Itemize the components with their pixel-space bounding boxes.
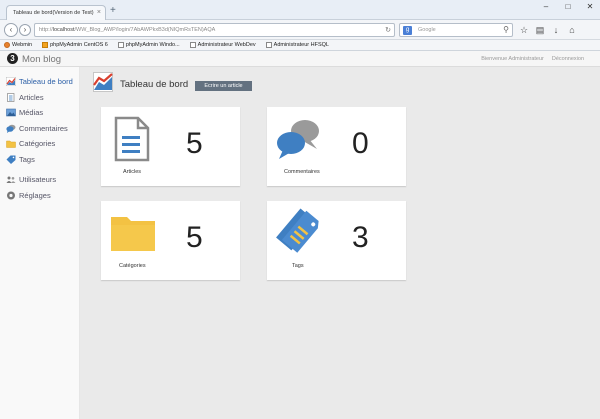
users-icon (6, 176, 16, 184)
close-window-icon[interactable]: ✕ (584, 2, 596, 11)
stat-card-tags[interactable]: 3 Tags (267, 201, 406, 280)
sidebar-item-tags[interactable]: Tags (0, 152, 79, 168)
dashboard-icon (6, 77, 16, 87)
comments-icon (277, 120, 319, 159)
sidebar-item-utilisateurs[interactable]: Utilisateurs (0, 172, 79, 188)
tags-count: 3 (352, 221, 369, 254)
sidebar-item-medias[interactable]: Médias (0, 105, 79, 121)
site-logo[interactable]: 3 (7, 53, 18, 64)
bookmark-webdev[interactable]: Administrateur WebDev (189, 42, 256, 48)
article-icon (114, 116, 150, 162)
bookmark-hfsql[interactable]: Administrateur HFSQL (265, 42, 329, 48)
stat-card-commentaires[interactable]: 0 Commentaires (267, 107, 406, 186)
document-icon (7, 92, 15, 102)
articles-count: 5 (186, 127, 203, 160)
card-label: Articles (123, 169, 142, 175)
bookmark-phpmyadmin-windows[interactable]: phpMyAdmin Windo... (117, 42, 180, 48)
tag-icon (6, 155, 16, 164)
page-icon (117, 42, 124, 48)
categories-count: 5 (186, 221, 203, 254)
search-icon[interactable]: ⚲ (503, 25, 509, 34)
search-input[interactable]: g Google ⚲ (399, 23, 513, 37)
browser-navbar: ‹ › http://localhost/WW_Blog_AWP/login/7… (0, 20, 600, 40)
bookmark-label: phpMyAdmin Windo... (125, 42, 180, 48)
search-placeholder: Google (418, 27, 436, 33)
tab-close-icon[interactable]: × (97, 9, 101, 16)
bookmark-label: Administrateur WebDev (197, 42, 256, 48)
comment-icon (6, 124, 16, 133)
back-icon[interactable]: ‹ (4, 23, 18, 37)
bookmark-phpmyadmin-centos[interactable]: phpMyAdmin CentOS 6 (42, 42, 108, 48)
bookmark-webmin[interactable]: Webmin (4, 42, 32, 48)
page-icon (265, 42, 272, 48)
stat-card-articles[interactable]: 5 Articles (101, 107, 240, 186)
sidebar-item-label: Tags (19, 154, 35, 164)
browser-titlebar: Tableau de bord(Version de Test) × + – □… (0, 0, 600, 20)
clipboard-icon[interactable]: ▤ (534, 24, 546, 36)
sidebar-item-categories[interactable]: Catégories (0, 136, 79, 152)
phpmyadmin-icon (42, 42, 49, 48)
sidebar-item-dashboard[interactable]: Tableau de bord (0, 74, 79, 90)
card-label: Tags (292, 263, 304, 269)
url-path: /WW_Blog_AWP/login/7AbAWPkxB3d(NIQmRsTEN… (74, 27, 216, 33)
card-label: Catégories (119, 263, 146, 269)
minimize-icon[interactable]: – (540, 2, 552, 11)
stat-card-categories[interactable]: 5 Catégories (101, 201, 240, 280)
site-title[interactable]: Mon blog (22, 54, 61, 65)
user-links: Bienvenue Administrateur Déconnexion (481, 56, 584, 62)
page-icon (189, 42, 196, 48)
sidebar-item-label: Tableau de bord (19, 77, 73, 87)
forward-icon[interactable]: › (19, 24, 31, 36)
reload-icon[interactable]: ↻ (385, 26, 391, 34)
page-title: Tableau de bord (120, 79, 189, 90)
commentaires-count: 0 (352, 127, 369, 160)
window-controls: – □ ✕ (540, 2, 596, 11)
logout-link[interactable]: Déconnexion (552, 56, 584, 62)
app-header: 3 Mon blog Bienvenue Administrateur Déco… (0, 51, 600, 67)
url-prefix: http:// (39, 27, 53, 33)
google-icon[interactable]: g (403, 26, 412, 35)
sidebar-item-articles[interactable]: Articles (0, 90, 79, 106)
download-icon[interactable]: ↓ (550, 24, 562, 36)
address-bar[interactable]: http://localhost/WW_Blog_AWP/login/7AbAW… (34, 23, 395, 37)
write-article-button[interactable]: Ecrire un article (195, 81, 252, 91)
tags-icon (276, 208, 319, 253)
maximize-icon[interactable]: □ (562, 2, 574, 11)
welcome-link[interactable]: Bienvenue Administrateur (481, 56, 544, 62)
image-icon (6, 108, 16, 117)
sidebar-item-label: Articles (19, 92, 44, 102)
tab-title: Tableau de bord(Version de Test) (13, 10, 94, 16)
folder-icon (111, 217, 155, 251)
star-icon[interactable]: ☆ (518, 24, 530, 36)
sidebar-item-reglages[interactable]: Réglages (0, 188, 79, 204)
main-content: Tableau de bord Ecrire un article 5 Arti… (80, 67, 600, 419)
bookmarks-bar: Webmin phpMyAdmin CentOS 6 phpMyAdmin Wi… (0, 40, 600, 51)
sidebar-item-label: Commentaires (19, 123, 68, 133)
sidebar-item-label: Médias (19, 108, 44, 118)
settings-icon (7, 191, 15, 200)
sidebar-item-label: Utilisateurs (19, 175, 57, 185)
toolbar-icons: ☆ ▤ ↓ ⌂ ≡ (518, 24, 600, 36)
bookmark-label: Webmin (12, 42, 33, 48)
bookmark-label: Administrateur HFSQL (273, 42, 329, 48)
sidebar: Tableau de bord Articles Médias Commenta… (0, 67, 80, 419)
dashboard-icon (93, 72, 113, 92)
browser-tab[interactable]: Tableau de bord(Version de Test) × (6, 5, 106, 20)
folder-icon (6, 141, 16, 148)
card-label: Commentaires (284, 169, 320, 175)
url-host: localhost (52, 27, 75, 33)
sidebar-item-label: Réglages (19, 190, 51, 200)
new-tab-icon[interactable]: + (110, 6, 116, 16)
home-icon[interactable]: ⌂ (566, 24, 578, 36)
webmin-icon (4, 42, 10, 48)
sidebar-item-label: Catégories (19, 139, 56, 149)
sidebar-item-commentaires[interactable]: Commentaires (0, 121, 79, 137)
bookmark-label: phpMyAdmin CentOS 6 (50, 42, 108, 48)
